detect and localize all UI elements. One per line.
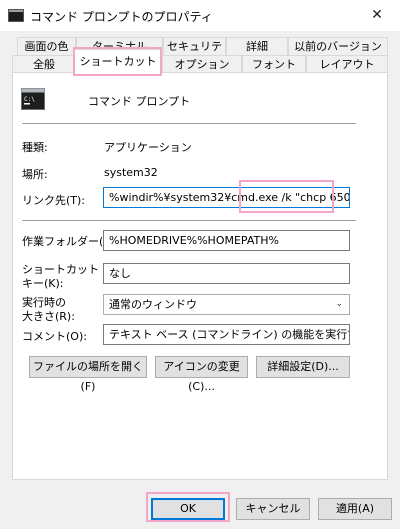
tab-previous-versions[interactable]: 以前のバージョン [288, 37, 388, 55]
tab-colors[interactable]: 画面の色 [17, 37, 76, 55]
tab-options[interactable]: オプション [162, 55, 242, 73]
tab-security[interactable]: セキュリティ [163, 37, 226, 70]
startin-field[interactable]: %HOMEDRIVE%%HOMEPATH% [103, 230, 350, 251]
close-button[interactable]: ✕ [354, 0, 400, 31]
tab-general[interactable]: 全般 [12, 55, 76, 73]
separator-top [22, 123, 356, 124]
separator-middle [22, 220, 356, 221]
advanced-button[interactable]: 詳細設定(D)... [256, 356, 350, 378]
svg-text:C:\: C:\ [24, 96, 35, 103]
location-label: 場所: [22, 168, 48, 181]
dropdown-arrow-icon: ⌄ [335, 299, 343, 309]
hotkey-field[interactable]: なし [103, 263, 350, 284]
target-field[interactable]: %windir%¥system32¥cmd.exe /k "chcp 65001… [103, 187, 350, 208]
close-icon: ✕ [371, 7, 383, 23]
tab-details[interactable]: 詳細 [226, 37, 288, 55]
type-value: アプリケーション [104, 141, 192, 154]
console-icon: C:\ [21, 88, 45, 110]
cancel-button[interactable]: キャンセル [236, 498, 310, 520]
run-size-value: 通常のウィンドウ [109, 298, 197, 311]
type-label: 種類: [22, 141, 48, 154]
hotkey-label-line2: キー(K): [22, 277, 64, 290]
window-title: コマンド プロンプトのプロパティ [30, 10, 213, 24]
apply-button[interactable]: 適用(A) [318, 498, 392, 520]
change-icon-button[interactable]: アイコンの変更(C)... [155, 356, 248, 393]
title-bar: コマンド プロンプトのプロパティ ✕ [0, 0, 400, 31]
open-file-location-button[interactable]: ファイルの場所を開く(F) [29, 356, 147, 393]
ok-button[interactable]: OK [151, 498, 225, 520]
run-label-line2: 大きさ(R): [22, 310, 75, 323]
target-label: リンク先(T): [22, 194, 86, 207]
tab-shortcut[interactable]: ショートカット [74, 49, 162, 74]
comment-label: コメント(O): [22, 330, 87, 343]
tab-font[interactable]: フォント [242, 55, 306, 73]
tab-layout[interactable]: レイアウト [306, 55, 388, 73]
comment-field[interactable]: テキスト ベース (コマンドライン) の機能を実行できます。 [103, 324, 350, 345]
location-value: system32 [104, 166, 158, 179]
run-size-select[interactable]: 通常のウィンドウ ⌄ [103, 294, 350, 315]
shortcut-name: コマンド プロンプト [88, 95, 191, 108]
app-icon [8, 9, 24, 22]
